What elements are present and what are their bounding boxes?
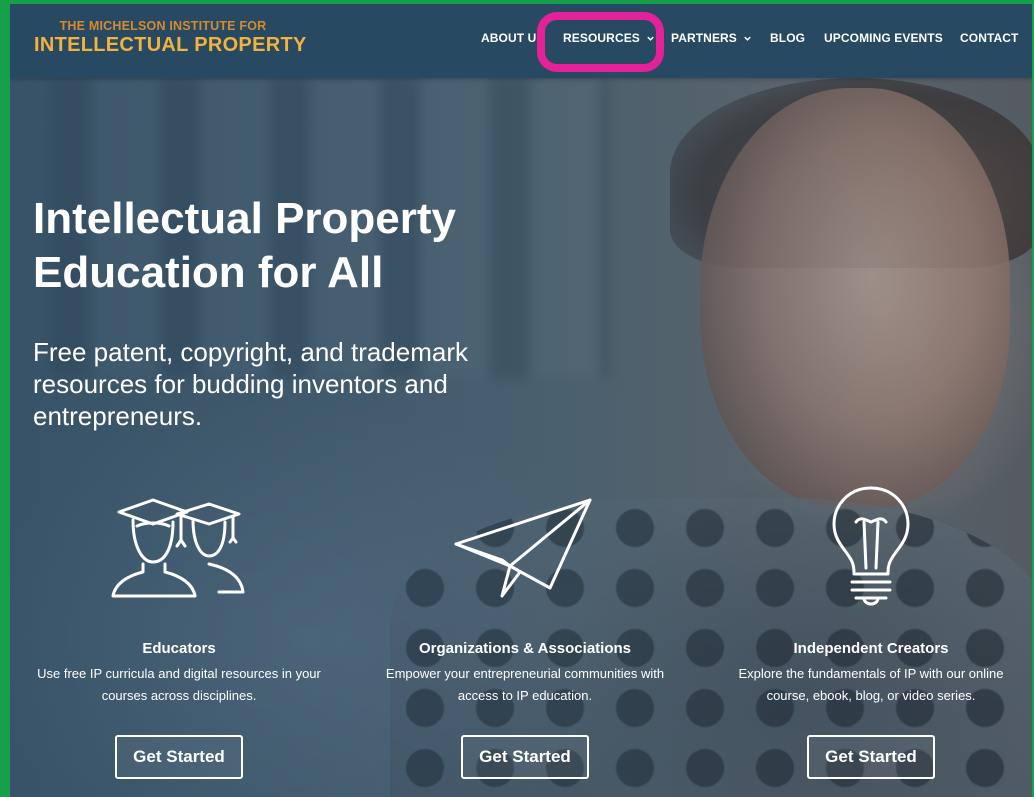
site-header: THE MICHELSON INSTITUTE FOR INTELLECTUAL… — [10, 4, 1032, 78]
chevron-down-icon — [647, 36, 654, 41]
audience-column-educators: Educators Use free IP curricula and digi… — [34, 482, 324, 779]
hero-subhead: Free patent, copyright, and trademark re… — [33, 337, 469, 431]
nav-about-us-label: ABOUT US — [481, 31, 545, 45]
nav-contact[interactable]: CONTACT — [960, 31, 1018, 45]
organizations-get-started-button[interactable]: Get Started — [461, 735, 589, 779]
browser-viewport: THE MICHELSON INSTITUTE FOR INTELLECTUAL… — [10, 4, 1032, 797]
nav-blog[interactable]: BLOG — [770, 31, 805, 45]
nav-partners[interactable]: PARTNERS — [671, 31, 752, 45]
nav-resources-label: RESOURCES — [563, 31, 640, 45]
column-description: Explore the fundamentals of IP with our … — [738, 666, 1004, 703]
nav-partners-label: PARTNERS — [671, 31, 737, 45]
nav-upcoming-events-label: UPCOMING EVENTS — [824, 31, 943, 45]
chevron-down-icon — [744, 36, 751, 41]
nav-resources[interactable]: RESOURCES — [563, 31, 655, 45]
column-description: Use free IP curricula and digital resour… — [37, 666, 321, 703]
paper-plane-icon — [380, 482, 670, 612]
creators-get-started-button[interactable]: Get Started — [807, 735, 935, 779]
column-title: Independent Creators — [793, 640, 949, 657]
nav-blog-label: BLOG — [770, 31, 806, 45]
audience-column-organizations: Organizations & Associations Empower you… — [380, 482, 670, 779]
column-description: Empower your entrepreneurial communities… — [385, 666, 665, 703]
hero-headline: Intellectual Property Education for All — [33, 194, 457, 297]
audience-column-creators: Independent Creators Explore the fundame… — [726, 482, 1016, 779]
main-nav: ABOUT US RESOURCES PARTNERS BLOG UPCOMIN… — [10, 31, 1032, 51]
graduates-icon — [34, 482, 324, 612]
lightbulb-icon — [726, 482, 1016, 612]
educators-get-started-button[interactable]: Get Started — [115, 735, 243, 779]
nav-about-us[interactable]: ABOUT US — [481, 31, 544, 45]
nav-upcoming-events[interactable]: UPCOMING EVENTS — [824, 31, 943, 45]
column-title: Educators — [142, 640, 216, 657]
nav-contact-label: CONTACT — [960, 31, 1019, 45]
column-title: Organizations & Associations — [419, 640, 631, 657]
